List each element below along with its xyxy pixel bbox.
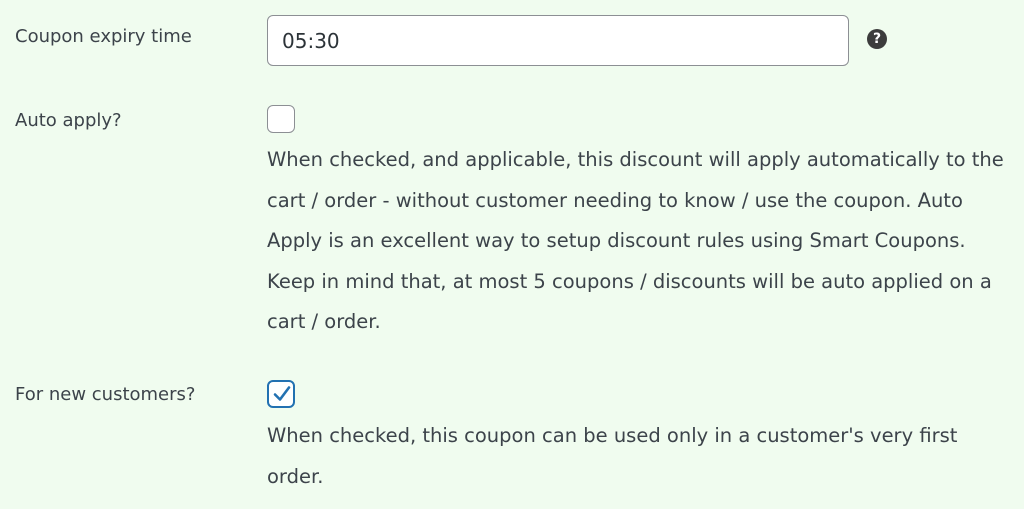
auto-apply-label: Auto apply? <box>15 110 122 131</box>
new-customers-label: For new customers? <box>15 384 196 405</box>
checkmark-icon <box>273 386 291 401</box>
auto-apply-checkbox[interactable] <box>267 105 295 133</box>
new-customers-checkbox[interactable] <box>267 380 295 408</box>
new-customers-description: When checked, this coupon can be used on… <box>267 424 958 488</box>
question-circle-icon[interactable]: ? <box>867 29 887 49</box>
coupon-expiry-time-input[interactable] <box>267 15 849 66</box>
coupon-expiry-label: Coupon expiry time <box>15 26 192 47</box>
auto-apply-description: When checked, and applicable, this disco… <box>267 148 1004 333</box>
